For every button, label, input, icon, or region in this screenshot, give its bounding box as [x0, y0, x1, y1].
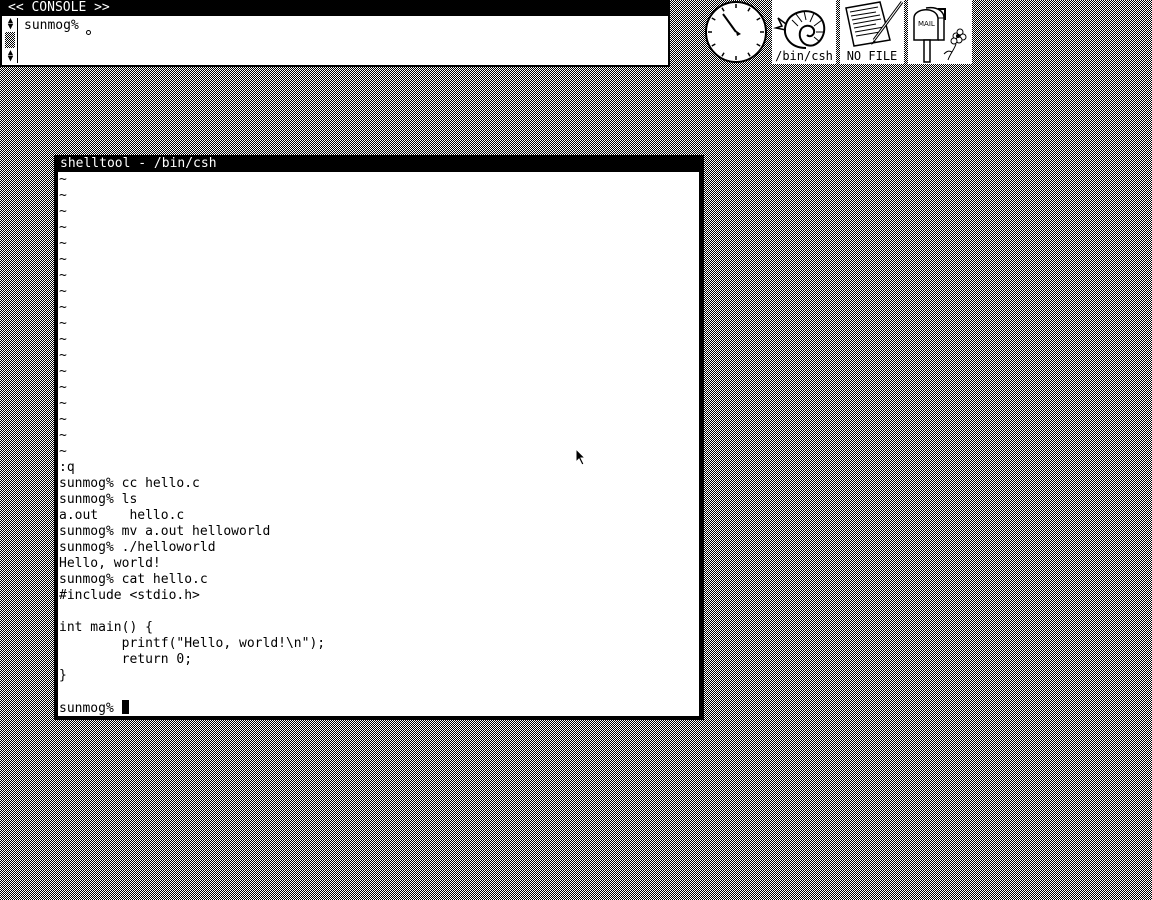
terminal-line: ~ [59, 236, 67, 251]
terminal-line: Hello, world! [59, 556, 161, 571]
terminal-prompt-line[interactable]: sunmog% [59, 700, 325, 716]
terminal-line: :q [59, 460, 75, 475]
terminal-line: ~ [59, 204, 67, 219]
text-cursor-icon [121, 700, 129, 714]
terminal-line: } [59, 668, 67, 683]
terminal-line: ~ [59, 316, 67, 331]
terminal-line: ~ [59, 300, 67, 315]
terminal-line: ~ [59, 252, 67, 267]
terminal-line: ~ [59, 412, 67, 427]
terminal-line: sunmog% cc hello.c [59, 476, 200, 491]
terminal-line: ~ [59, 428, 67, 443]
nautilus-shell-icon[interactable]: /bin/csh [772, 0, 836, 64]
terminal-line: int main() { [59, 620, 153, 635]
scroll-down-arrow-icon[interactable]: ▲ ▼ [4, 49, 17, 64]
terminal-line: sunmog% cat hello.c [59, 572, 208, 587]
terminal-area[interactable]: ~ ~ ~ ~ ~ ~ ~ ~ ~ ~ ~ ~ ~ ~ ~ ~ ~ ~:q sunmog% cc hello.c su… [58, 172, 699, 716]
mouse-pointer-icon [575, 448, 587, 466]
console-title-bar[interactable]: << CONSOLE >> [2, 0, 668, 16]
mailbox-sign-text: MAIL [918, 20, 935, 28]
terminal-line: ~ [59, 172, 67, 187]
text-editor-icon[interactable]: NO FILE [840, 0, 904, 64]
shelltool-icon-label: /bin/csh [772, 50, 836, 63]
terminal-line: ~ [59, 380, 67, 395]
terminal-line: sunmog% ls [59, 492, 138, 507]
terminal-line: ~ [59, 348, 67, 363]
terminal-line: ~ [59, 268, 67, 283]
console-window[interactable]: << CONSOLE >> ▲ ▼ ▲ ▼ sunmog% [0, 0, 670, 67]
terminal-line: sunmog% mv a.out helloworld [59, 524, 271, 539]
terminal-line: #include <stdio.h> [59, 588, 200, 603]
text-editor-icon-label: NO FILE [840, 50, 904, 63]
terminal-line: printf("Hello, world!\n"); [59, 636, 326, 651]
mailbox-icon[interactable]: MAIL [908, 0, 972, 64]
console-caret-icon [86, 30, 91, 35]
terminal-line: sunmog% ./helloworld [59, 540, 216, 555]
terminal-line: ~ [59, 220, 67, 235]
terminal-line: a.out hello.c [59, 508, 185, 523]
terminal-line: return 0; [59, 652, 193, 667]
console-line: sunmog% [24, 18, 79, 33]
shelltool-title-bar[interactable]: shelltool - /bin/csh [54, 155, 704, 172]
terminal-line: ~ [59, 284, 67, 299]
scroll-up-arrow-icon[interactable]: ▲ ▼ [4, 17, 17, 32]
terminal-line: ~ [59, 364, 67, 379]
terminal-line: ~ [59, 396, 67, 411]
scroll-thumb[interactable] [5, 32, 15, 48]
console-text[interactable]: sunmog% [24, 18, 79, 34]
console-scrollbar[interactable]: ▲ ▼ ▲ ▼ [4, 17, 18, 64]
clock-icon[interactable] [704, 0, 768, 64]
terminal-output: ~ ~ ~ ~ ~ ~ ~ ~ ~ ~ ~ ~ ~ ~ ~ ~ ~ ~:q sunmog% cc hello.c su… [59, 172, 325, 716]
shell-prompt: sunmog% [59, 701, 122, 716]
terminal-line: ~ [59, 188, 67, 203]
terminal-line: ~ [59, 444, 67, 459]
terminal-line: ~ [59, 332, 67, 347]
shelltool-window[interactable]: shelltool - /bin/csh ~ ~ ~ ~ ~ ~ ~ ~ ~ ~ ~ ~ ~ ~ ~ ~ ~ ~:… [54, 155, 704, 720]
